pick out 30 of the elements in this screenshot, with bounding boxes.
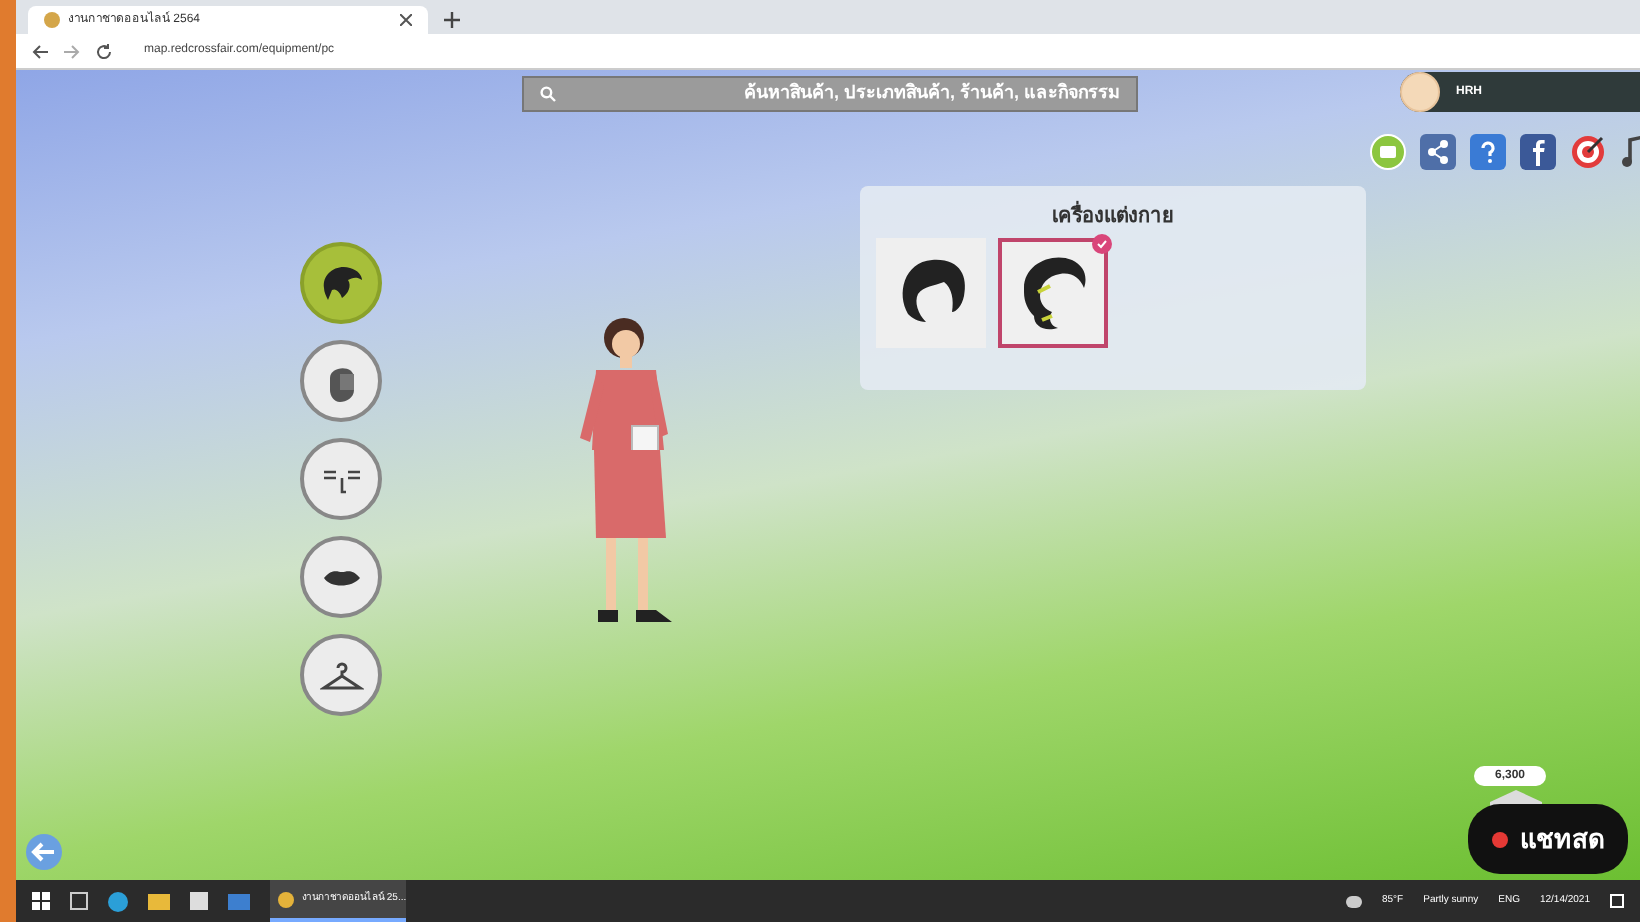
avatar-icon bbox=[1400, 72, 1440, 112]
category-button[interactable] bbox=[300, 242, 382, 324]
share-icon[interactable] bbox=[1420, 134, 1456, 170]
hair-option[interactable] bbox=[876, 238, 986, 348]
back-arrow-icon[interactable] bbox=[32, 43, 48, 59]
site-favicon-icon bbox=[44, 12, 60, 28]
hanger-icon bbox=[319, 659, 363, 691]
search-field[interactable]: ค้นหาสินค้า, ประเภทสินค้า, ร้านค้า, และกิจกรรม bbox=[522, 76, 1138, 112]
close-icon[interactable] bbox=[400, 14, 412, 26]
category-button[interactable] bbox=[300, 634, 382, 716]
weather-icon bbox=[1345, 895, 1362, 907]
reload-icon[interactable] bbox=[96, 43, 112, 59]
search-input[interactable]: ค้นหาสินค้า, ประเภทสินค้า, ร้านค้า, และกิจกรรม bbox=[556, 80, 1120, 108]
live-chat-button[interactable]: แชทสด bbox=[1468, 804, 1628, 874]
windows-logo-icon[interactable] bbox=[32, 892, 50, 910]
check-badge-icon bbox=[1092, 234, 1112, 254]
new-tab-icon[interactable] bbox=[444, 12, 460, 28]
category-button[interactable] bbox=[300, 340, 382, 422]
folder-icon[interactable] bbox=[148, 893, 170, 909]
help-icon[interactable] bbox=[1470, 134, 1506, 170]
task-view-icon[interactable] bbox=[70, 892, 88, 910]
target-icon[interactable] bbox=[1570, 134, 1606, 170]
notification-icon[interactable] bbox=[1610, 894, 1624, 908]
hair-icon bbox=[319, 263, 363, 303]
facebook-icon[interactable] bbox=[1520, 134, 1556, 170]
lips-icon bbox=[321, 567, 361, 587]
panel-title: เครื่องแต่งกาย bbox=[1052, 202, 1174, 232]
hair-option[interactable] bbox=[998, 238, 1108, 348]
search-icon bbox=[540, 86, 556, 102]
category-button[interactable] bbox=[300, 536, 382, 618]
